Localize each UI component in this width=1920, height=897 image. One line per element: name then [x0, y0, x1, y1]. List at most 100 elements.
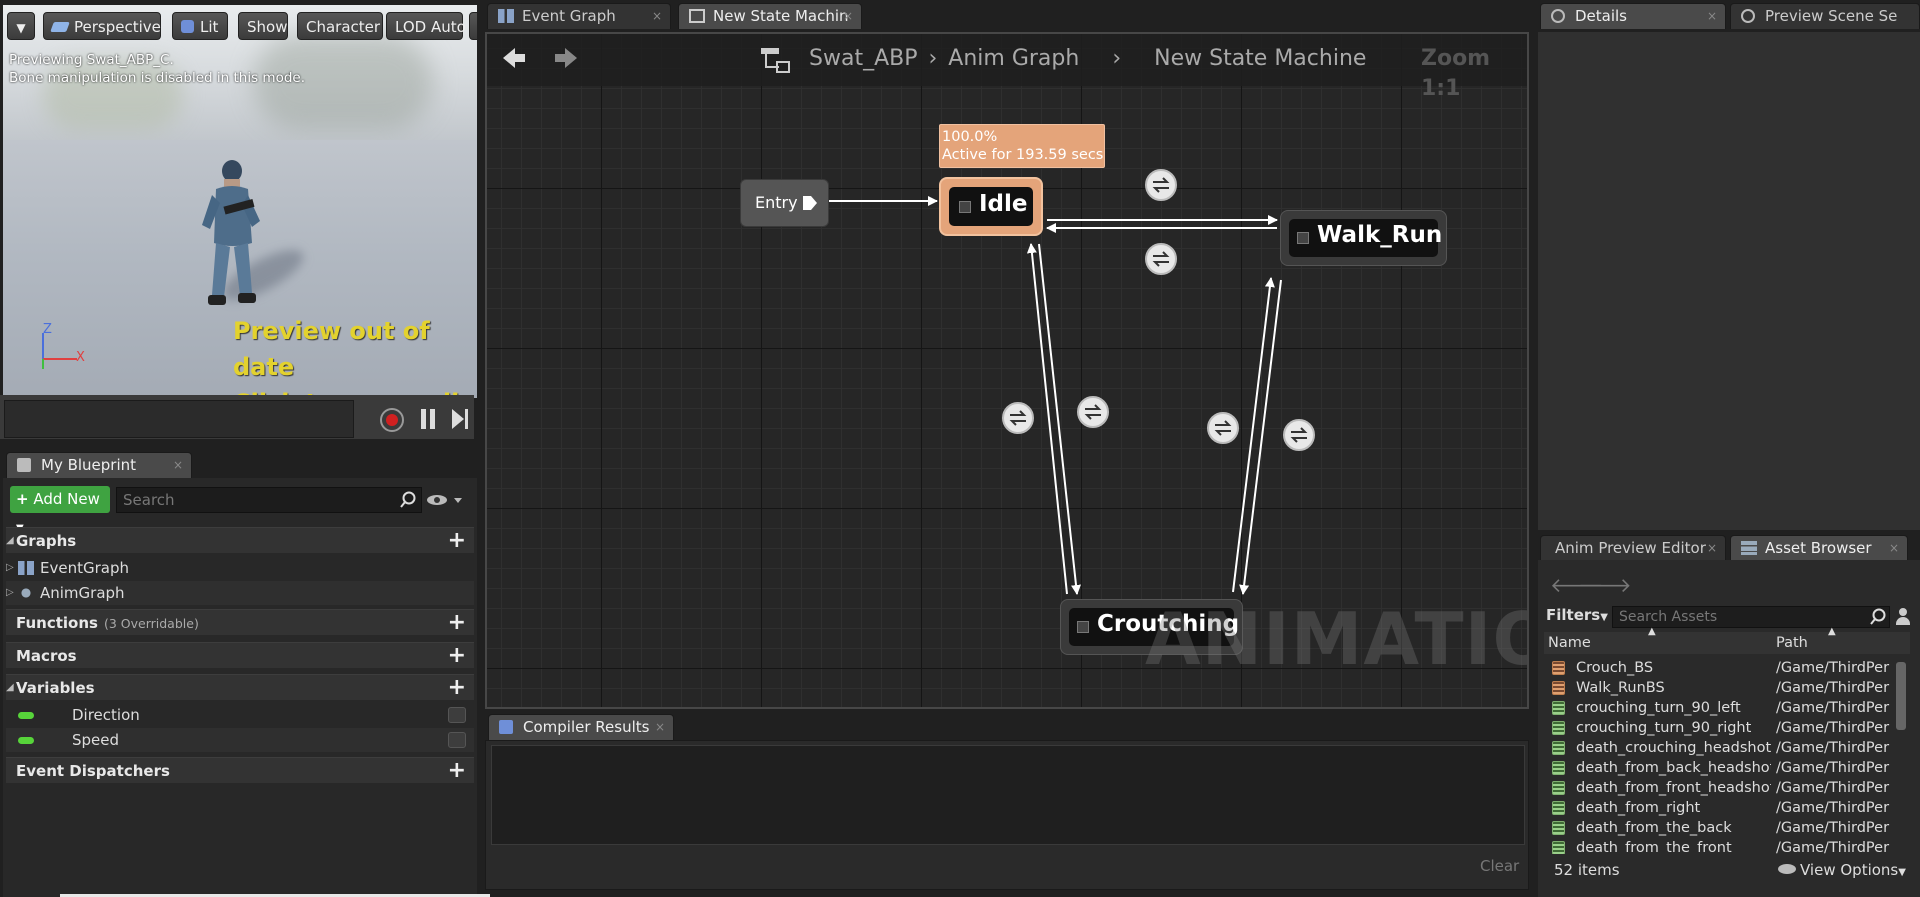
timeline-scrubber[interactable] [4, 400, 354, 438]
perspective-button[interactable]: Perspective [43, 12, 161, 40]
close-icon[interactable]: × [843, 4, 853, 28]
anim-sequence-icon [1552, 761, 1565, 775]
asset-row[interactable]: death_from_right/Game/ThirdPer [1546, 798, 1900, 818]
functions-category[interactable]: Functions (3 Overridable) + [6, 609, 474, 635]
visibility-toggle-icon[interactable] [448, 732, 466, 748]
close-icon[interactable]: × [1889, 536, 1899, 560]
transition-rule-icon[interactable] [1002, 402, 1034, 434]
variables-category[interactable]: ◢ Variables + [6, 674, 474, 700]
show-button[interactable]: Show [238, 12, 288, 40]
asset-row[interactable]: crouching_turn_90_right/Game/ThirdPer [1546, 718, 1900, 738]
asset-search-input[interactable]: Search Assets [1612, 606, 1890, 628]
float-variable-icon [18, 737, 34, 744]
preview-viewport[interactable]: ▼ Perspective Lit Show Character LOD Aut… [3, 5, 477, 398]
filters-button[interactable]: Filters▼ [1546, 606, 1608, 624]
transition-rule-icon[interactable] [1077, 396, 1109, 428]
preview-info-line: Previewing Swat_ABP_C. [9, 52, 174, 68]
close-icon[interactable]: × [173, 453, 183, 477]
chevron-down-icon: ▼ [16, 21, 26, 35]
record-button[interactable] [380, 408, 404, 432]
visibility-options-icon[interactable] [426, 492, 466, 508]
state-machine-icon [689, 9, 705, 23]
axis-z-label: Z [43, 322, 52, 337]
view-options-button[interactable]: View Options▼ [1778, 861, 1906, 879]
anim-sequence-icon [1552, 781, 1565, 795]
tab-my-blueprint[interactable]: My Blueprint × [6, 452, 192, 478]
tab-details[interactable]: Details × [1540, 3, 1726, 29]
visibility-toggle-icon[interactable] [448, 707, 466, 723]
asset-row[interactable]: crouching_turn_90_left/Game/ThirdPer [1546, 698, 1900, 718]
person-icon[interactable] [1895, 607, 1911, 627]
pause-button[interactable] [420, 409, 436, 429]
tab-preview-scene-settings[interactable]: Preview Scene Se [1730, 3, 1920, 29]
graph-watermark: ANIMATION [1145, 597, 1527, 681]
asset-row[interactable]: death_from_the_front/Game/ThirdPer [1546, 838, 1900, 854]
state-machine-graph[interactable]: Swat_ABP › Anim Graph › New State Machin… [485, 32, 1529, 709]
add-macro-button[interactable]: + [448, 643, 466, 669]
transition-rule-icon[interactable] [1145, 243, 1177, 275]
state-icon [959, 201, 971, 213]
add-graph-button[interactable]: + [448, 528, 466, 554]
anim-sequence-icon [1552, 841, 1565, 854]
swat-character-preview [202, 160, 260, 305]
add-new-button[interactable]: + Add New ▼ [10, 486, 110, 534]
event-dispatchers-category[interactable]: Event Dispatchers + [6, 757, 474, 783]
transition-rule-icon[interactable] [1207, 412, 1239, 444]
lod-button[interactable]: LOD Auto [386, 12, 466, 40]
column-header-name[interactable]: Name [1548, 635, 1591, 651]
tab-compiler-results[interactable]: Compiler Results × [488, 714, 674, 740]
anim-sequence-icon [1552, 701, 1565, 715]
asset-row[interactable]: death_from_the_back/Game/ThirdPer [1546, 818, 1900, 838]
details-icon [1741, 9, 1755, 23]
blendspace-icon [1552, 661, 1565, 675]
entry-node[interactable]: Entry [740, 179, 829, 227]
tab-asset-browser[interactable]: Asset Browser × [1730, 535, 1908, 561]
variable-item-speed[interactable]: Speed [6, 728, 474, 752]
asset-row[interactable]: death_from_back_headshot/Game/ThirdPer [1546, 758, 1900, 778]
event-graph-icon [18, 561, 34, 575]
asset-row[interactable]: Walk_RunBS/Game/ThirdPer [1546, 678, 1900, 698]
step-forward-button[interactable] [452, 409, 470, 429]
recompile-warning[interactable]: Preview out of date Click to recompile [233, 313, 477, 398]
exec-pin-icon[interactable] [801, 194, 819, 214]
asset-list-scrollbar[interactable] [1896, 662, 1906, 730]
asset-row[interactable]: death_from_front_headshot/Game/ThirdPer [1546, 778, 1900, 798]
tab-state-machine[interactable]: New State Machin × [678, 3, 862, 29]
graph-item-eventgraph[interactable]: ▷ EventGraph [6, 556, 474, 580]
variable-item-direction[interactable]: Direction [6, 703, 474, 727]
close-icon[interactable]: × [652, 4, 662, 28]
add-variable-button[interactable]: + [448, 675, 466, 701]
asset-list[interactable]: Crouch_BS/Game/ThirdPer Walk_RunBS/Game/… [1544, 658, 1910, 854]
book-icon [17, 458, 31, 472]
state-node-idle[interactable]: Idle [939, 177, 1043, 236]
transition-rule-icon[interactable] [1145, 169, 1177, 201]
close-icon[interactable]: × [1707, 4, 1717, 28]
asset-row[interactable]: death_crouching_headshot_/Game/ThirdPer [1546, 738, 1900, 758]
tab-event-graph[interactable]: Event Graph × [487, 3, 671, 29]
column-header-path[interactable]: Path [1776, 635, 1808, 651]
graph-item-animgraph[interactable]: ▷ AnimGraph [6, 581, 474, 605]
blueprint-search-input[interactable]: Search [116, 487, 422, 513]
anim-sequence-icon [1552, 801, 1565, 815]
character-button[interactable]: Character [297, 12, 383, 40]
close-icon[interactable]: × [655, 715, 665, 739]
search-icon [400, 491, 416, 508]
close-icon[interactable]: × [1707, 536, 1717, 560]
viewport-options-button[interactable]: ▼ [7, 12, 35, 40]
asset-row[interactable]: Crouch_BS/Game/ThirdPer [1546, 658, 1900, 678]
add-function-button[interactable]: + [448, 610, 466, 636]
lit-button[interactable]: Lit [172, 12, 228, 40]
compiler-log [491, 745, 1525, 845]
add-dispatcher-button[interactable]: + [448, 758, 466, 784]
toolbar-overflow[interactable] [469, 12, 477, 40]
graphs-category[interactable]: ◢ Graphs + [6, 527, 474, 553]
forward-arrow-icon[interactable]: 🡒 [1578, 573, 1632, 597]
state-node-walk-run[interactable]: Walk_Run [1280, 210, 1447, 266]
search-icon [1870, 608, 1886, 625]
macros-category[interactable]: Macros + [6, 642, 474, 668]
clear-button[interactable]: Clear [1480, 857, 1519, 875]
tab-anim-preview-editor[interactable]: Anim Preview Editor × [1540, 535, 1726, 561]
transition-rule-icon[interactable] [1283, 419, 1315, 451]
blendspace-icon [1552, 681, 1565, 695]
anim-graph-icon [18, 586, 34, 600]
